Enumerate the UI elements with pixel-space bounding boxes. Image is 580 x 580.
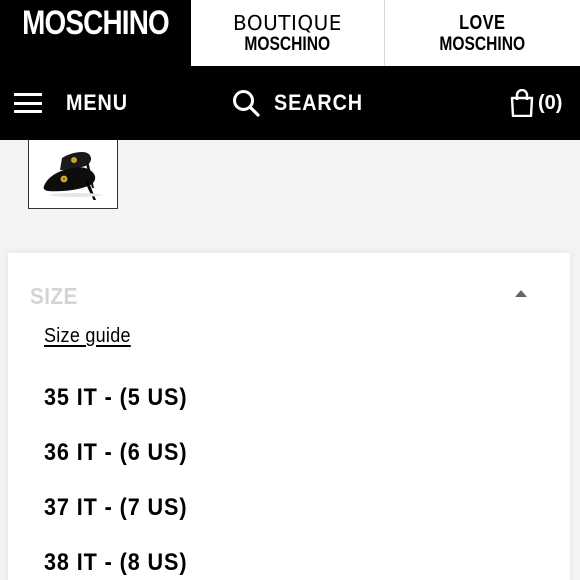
brand-bar: MOSCHINO BOUTIQUE MOSCHINO LOVE MOSCHINO — [0, 0, 580, 66]
cart-button[interactable]: (0) — [510, 66, 562, 140]
size-option-35[interactable]: 35 IT - (5 US) — [44, 384, 187, 412]
shopping-bag-icon — [510, 89, 534, 117]
brand-love-line1: LOVE — [459, 11, 506, 34]
size-option-36[interactable]: 36 IT - (6 US) — [44, 439, 187, 467]
size-guide-link[interactable]: Size guide — [44, 325, 131, 348]
brand-tab-moschino[interactable]: MOSCHINO — [0, 0, 191, 66]
main-nav-bar: MENU SEARCH (0) — [0, 66, 580, 140]
size-option-38[interactable]: 38 IT - (8 US) — [44, 549, 187, 577]
size-panel: SIZE Size guide 35 IT - (5 US) 36 IT - (… — [8, 253, 570, 580]
brand-boutique-line1: BOUTIQUE — [233, 10, 342, 35]
size-panel-title: SIZE — [30, 283, 78, 309]
search-label: SEARCH — [274, 90, 364, 115]
size-option-37[interactable]: 37 IT - (7 US) — [44, 494, 187, 522]
collapse-arrow-icon[interactable] — [515, 290, 527, 297]
product-thumbnail[interactable] — [28, 140, 118, 209]
brand-moschino-logo: MOSCHINO — [22, 4, 170, 42]
search-icon — [233, 90, 260, 117]
hamburger-icon — [14, 93, 42, 113]
brand-boutique-line2: MOSCHINO — [244, 33, 331, 55]
menu-button[interactable]: MENU — [14, 66, 135, 140]
menu-label: MENU — [66, 90, 128, 115]
brand-tab-boutique-moschino[interactable]: BOUTIQUE MOSCHINO — [191, 0, 385, 66]
brand-tab-love-moschino[interactable]: LOVE MOSCHINO — [385, 0, 580, 66]
brand-love-line2: MOSCHINO — [439, 33, 526, 55]
cart-count: (0) — [538, 91, 563, 114]
shoe-thumbnail-image — [43, 152, 102, 200]
search-button[interactable]: SEARCH — [232, 66, 373, 140]
